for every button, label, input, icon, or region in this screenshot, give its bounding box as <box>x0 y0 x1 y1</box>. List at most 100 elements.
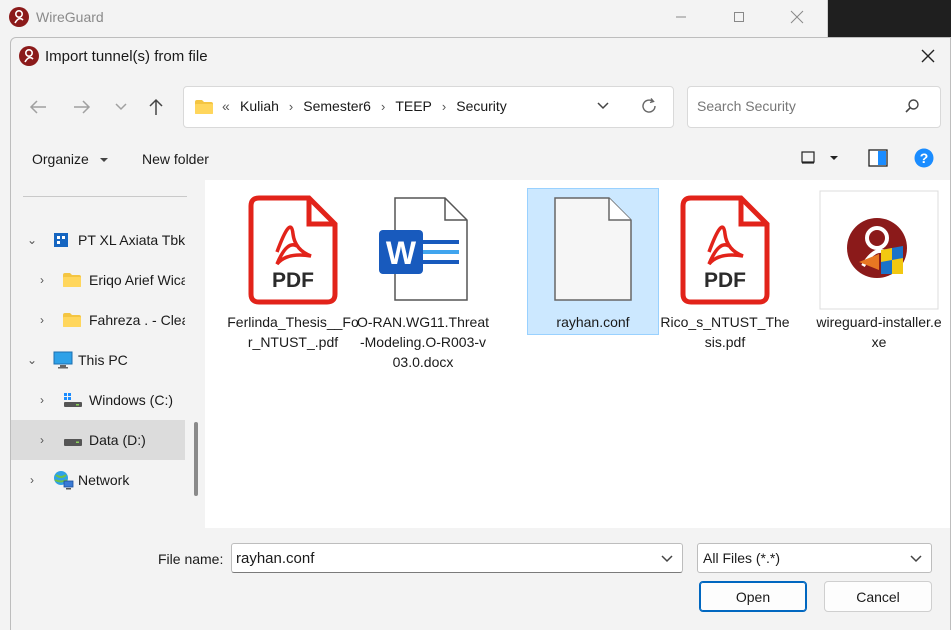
refresh-button[interactable] <box>640 97 658 118</box>
file-name-field[interactable]: rayhan.conf <box>231 543 683 573</box>
nav-item-data-d[interactable]: › Data (D:) <box>11 420 185 460</box>
nav-item-windows-c[interactable]: › Windows (C:) <box>11 380 185 420</box>
address-history-button[interactable] <box>596 99 610 116</box>
nav-item-label: Fahreza . - Clear <box>89 312 185 328</box>
organize-menu[interactable]: Organize <box>32 151 109 167</box>
search-input[interactable] <box>697 98 897 114</box>
open-button[interactable]: Open <box>699 581 807 612</box>
computer-icon <box>53 351 73 372</box>
chevron-down-icon[interactable]: ⌄ <box>26 233 38 247</box>
preview-pane-icon <box>868 149 888 167</box>
nav-item-this-pc[interactable]: ⌄ This PC <box>11 340 185 380</box>
breadcrumb-item[interactable]: Semester6 <box>303 98 371 114</box>
up-button[interactable] <box>143 95 169 119</box>
chevron-right-icon[interactable]: › <box>36 393 48 407</box>
chevron-right-icon[interactable]: › <box>36 313 48 327</box>
file-name-label: File name: <box>158 551 224 567</box>
dialog-close-button[interactable] <box>906 38 950 74</box>
wireguard-logo-icon <box>9 7 29 30</box>
caret-down-icon <box>99 158 108 162</box>
nav-item-label: Windows (C:) <box>89 392 174 408</box>
pdf-badge-text: PDF <box>704 269 746 292</box>
word-badge-text: W <box>386 235 417 271</box>
navigation-pane: ⌄ PT XL Axiata Tbk › Eriqo Arief Wicakso… <box>11 180 187 528</box>
pdf-badge-text: PDF <box>272 269 314 292</box>
chevron-right-icon[interactable]: › <box>289 99 293 114</box>
file-name: Rico_s_NTUST_Thesis.pdf <box>660 314 790 350</box>
drive-icon <box>63 435 83 451</box>
network-icon <box>52 470 74 493</box>
file-item-rayhan-conf[interactable]: rayhan.conf <box>527 188 659 388</box>
nav-item-network[interactable]: › Network <box>11 460 185 500</box>
nav-item-label: Network <box>78 472 130 488</box>
chevron-down-icon <box>115 103 127 111</box>
nav-item-label: This PC <box>78 352 128 368</box>
file-item-ferlinda-pdf[interactable]: PDF Ferlinda_Thesis__For_NTUST_.pdf <box>227 188 359 388</box>
cancel-button[interactable]: Cancel <box>824 581 932 612</box>
maximize-button[interactable] <box>710 0 768 34</box>
close-icon <box>921 49 935 63</box>
new-folder-button[interactable]: New folder <box>142 151 209 167</box>
maximize-icon <box>734 12 744 22</box>
breadcrumb-item[interactable]: Security <box>456 98 507 114</box>
nav-item-label: PT XL Axiata Tbk <box>78 232 185 248</box>
folder-icon <box>194 99 214 118</box>
view-options-button[interactable] <box>801 151 841 168</box>
refresh-icon <box>642 98 656 113</box>
nav-scrollbar-thumb[interactable] <box>194 422 198 496</box>
recent-locations-button[interactable] <box>108 95 134 119</box>
folder-icon <box>63 273 81 290</box>
main-titlebar: WireGuard <box>0 0 828 34</box>
organize-label: Organize <box>32 151 89 167</box>
file-list: PDF Ferlinda_Thesis__For_NTUST_.pdf W O-… <box>205 180 950 528</box>
folder-icon <box>63 313 81 330</box>
help-icon: ? <box>914 148 934 168</box>
nav-item-label: Data (D:) <box>89 432 146 448</box>
preview-pane-button[interactable] <box>868 149 888 170</box>
chevron-down-icon[interactable]: ⌄ <box>26 353 38 367</box>
dialog-title: Import tunnel(s) from file <box>45 48 208 65</box>
breadcrumb-item[interactable]: TEEP <box>395 98 432 114</box>
file-type-select[interactable]: All Files (*.*) <box>697 543 932 573</box>
address-overflow[interactable]: « <box>222 98 230 114</box>
address-bar[interactable]: « Kuliah › Semester6 › TEEP › Security <box>183 86 674 128</box>
view-icon <box>801 151 838 164</box>
import-dialog: Import tunnel(s) from file « Kuliah › Se… <box>10 37 951 630</box>
chevron-down-icon <box>661 555 673 563</box>
file-name-dropdown-button[interactable] <box>660 552 674 569</box>
building-icon <box>53 232 69 251</box>
arrow-left-icon <box>29 100 46 114</box>
search-icon[interactable] <box>904 98 920 117</box>
minimize-button[interactable] <box>652 0 710 34</box>
main-close-button[interactable] <box>768 0 826 34</box>
nav-item-fahreza[interactable]: › Fahreza . - Clear <box>11 300 185 340</box>
chevron-down-icon <box>597 102 609 110</box>
chevron-right-icon[interactable]: › <box>36 433 48 447</box>
nav-item-label: Eriqo Arief Wicaksono <box>89 272 185 288</box>
svg-text:?: ? <box>920 150 929 166</box>
chevron-right-icon[interactable]: › <box>36 273 48 287</box>
file-name: wireguard-installer.exe <box>816 314 942 350</box>
file-name-value[interactable]: rayhan.conf <box>236 550 314 567</box>
blank-file-icon <box>551 194 635 307</box>
wireguard-logo-icon <box>19 46 39 69</box>
chevron-down-icon <box>909 552 923 569</box>
chevron-right-icon[interactable]: › <box>26 473 38 487</box>
help-button[interactable]: ? <box>914 148 934 171</box>
chevron-right-icon[interactable]: › <box>381 99 385 114</box>
nav-divider <box>23 196 187 197</box>
file-name: O-RAN.WG11.Threat-Modeling.O-R003-v03.0.… <box>357 314 489 370</box>
desktop-background <box>828 0 951 28</box>
nav-item-eriqo[interactable]: › Eriqo Arief Wicaksono <box>11 260 185 300</box>
file-item-wireguard-exe[interactable]: wireguard-installer.exe <box>813 188 945 388</box>
breadcrumb-item[interactable]: Kuliah <box>240 98 279 114</box>
file-item-rico-pdf[interactable]: PDF Rico_s_NTUST_Thesis.pdf <box>659 188 791 388</box>
arrow-right-icon <box>74 100 91 114</box>
minimize-icon <box>676 16 686 18</box>
file-item-oran-docx[interactable]: W O-RAN.WG11.Threat-Modeling.O-R003-v03.… <box>357 188 489 388</box>
nav-item-pt-xl-axiata[interactable]: ⌄ PT XL Axiata Tbk <box>11 220 185 260</box>
forward-button[interactable] <box>69 95 95 119</box>
pdf-icon: PDF <box>247 194 339 309</box>
back-button[interactable] <box>25 95 51 119</box>
chevron-right-icon[interactable]: › <box>442 99 446 114</box>
